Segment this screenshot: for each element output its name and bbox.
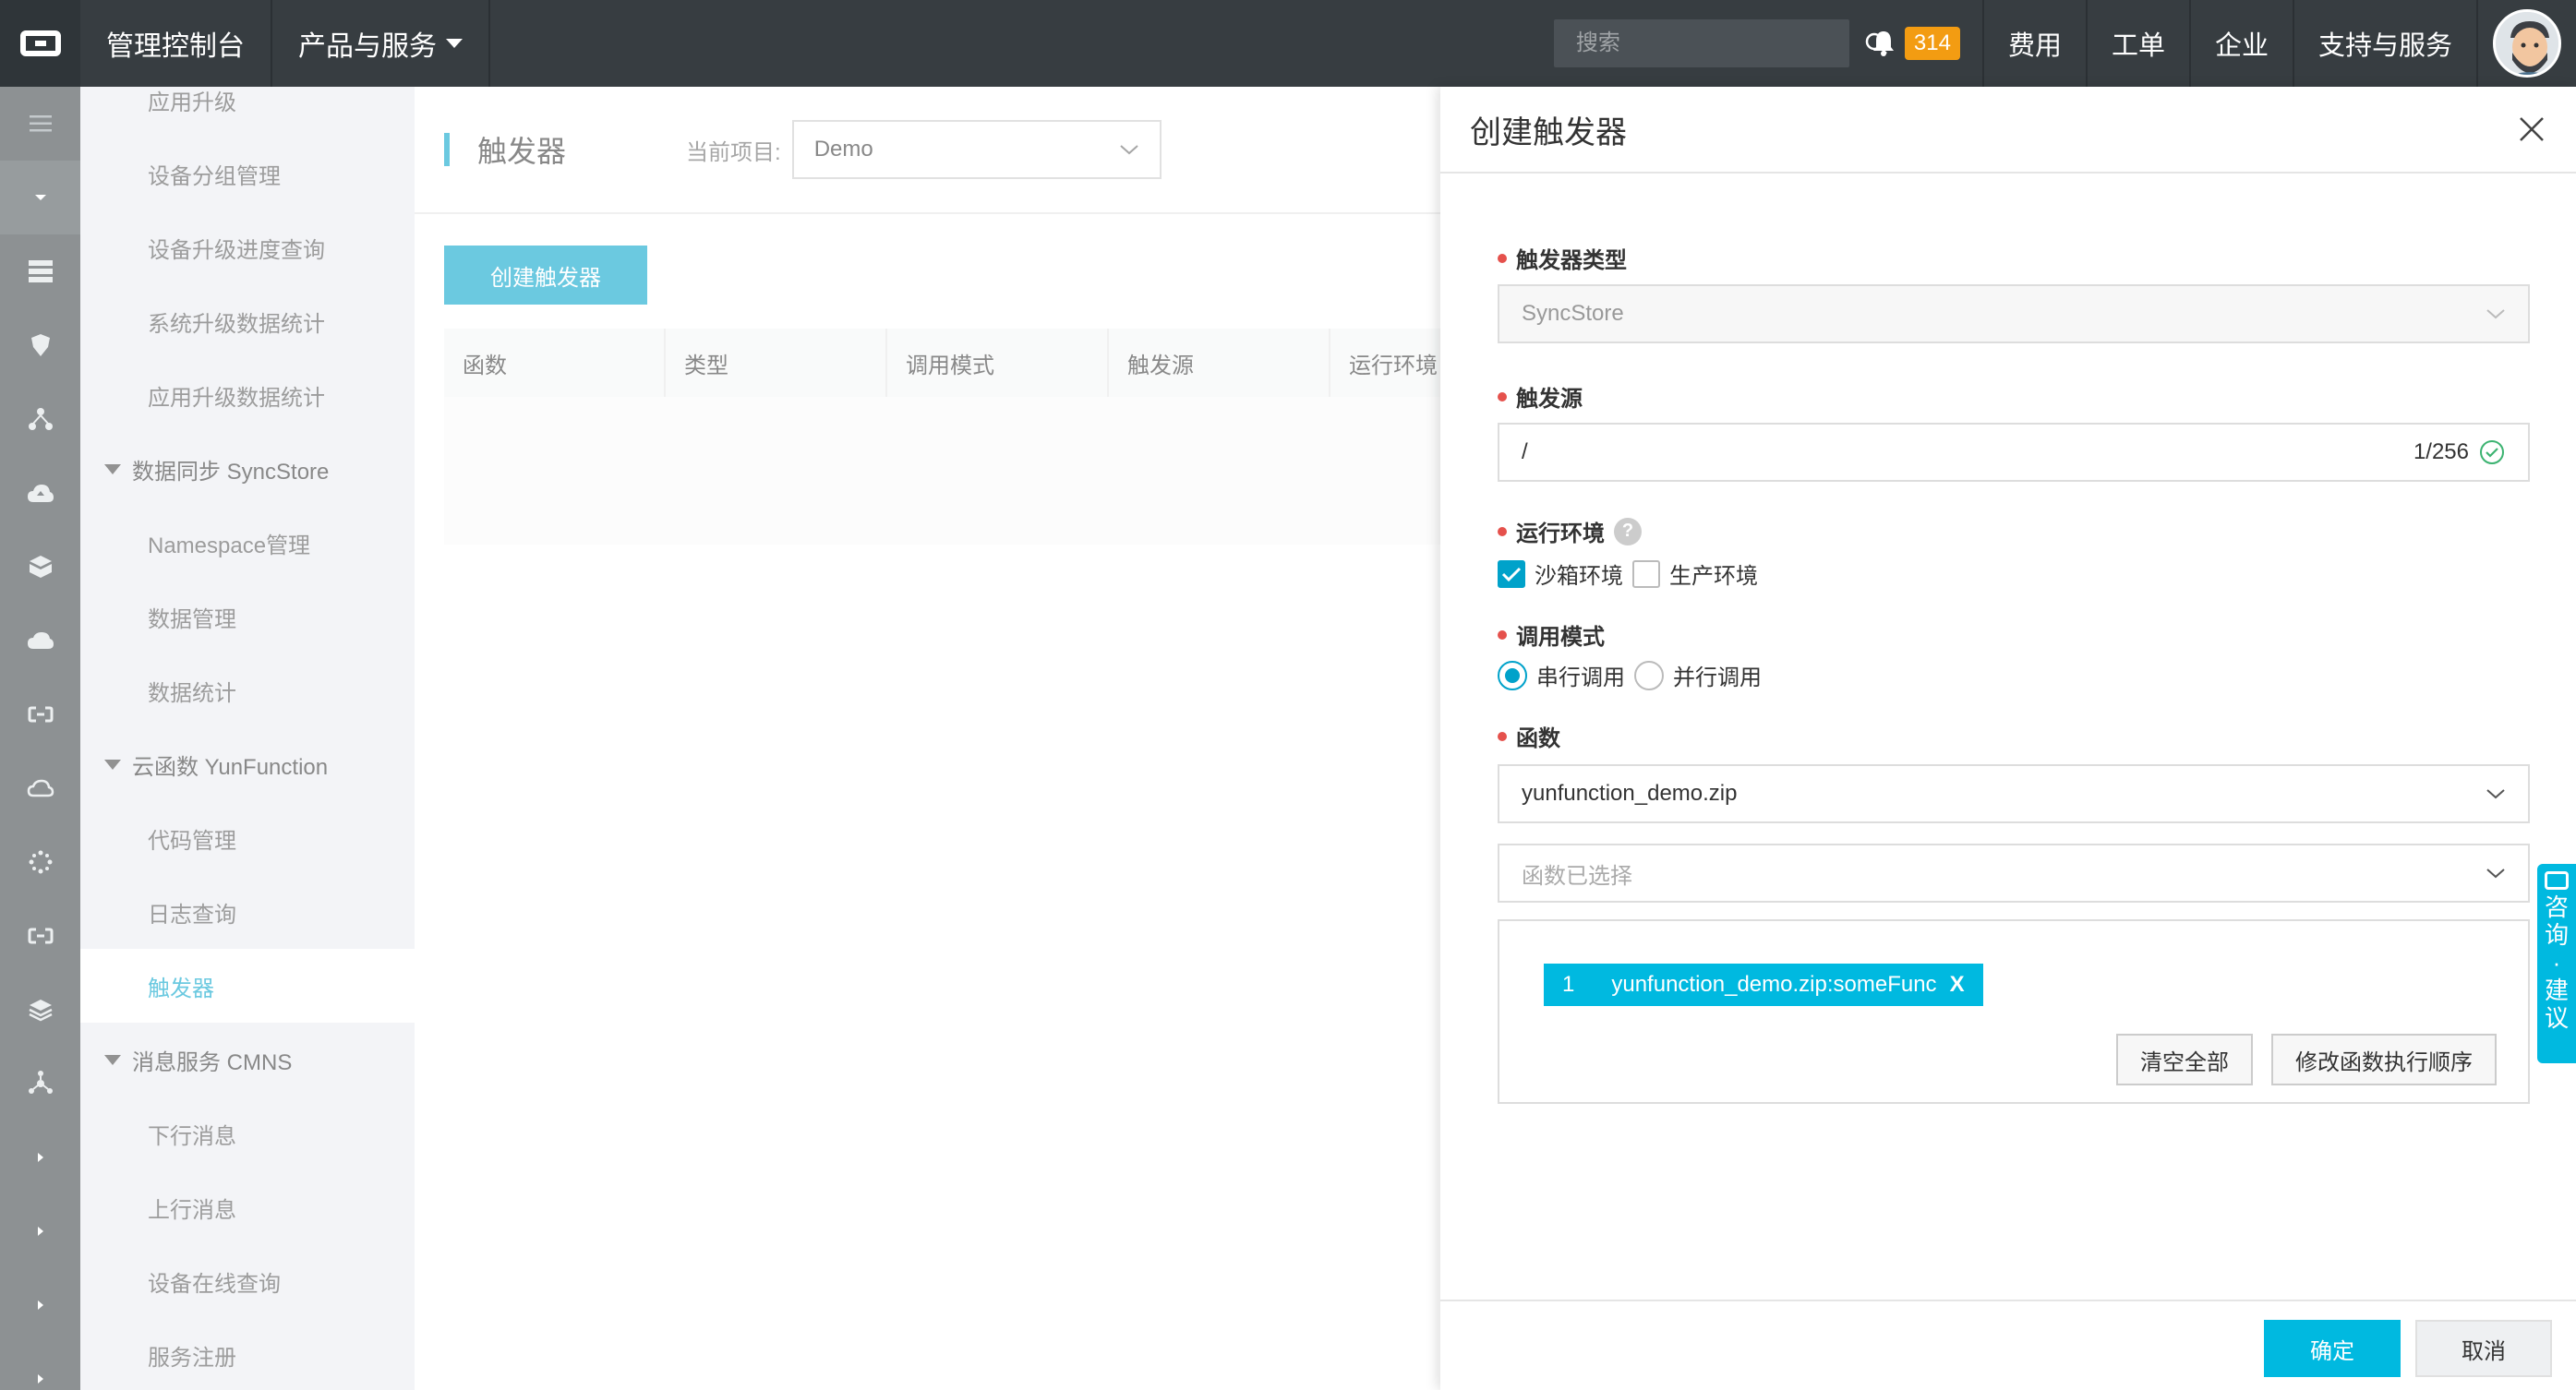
products-menu[interactable]: 产品与服务 <box>272 0 490 87</box>
selected-functions-panel: 1 yunfunction_demo.zip:someFunc X 清空全部 修… <box>1498 919 2530 1104</box>
top-link-label: 费用 <box>2007 31 2062 61</box>
close-button[interactable] <box>2510 107 2554 151</box>
production-label: 生产环境 <box>1669 564 1758 589</box>
top-link-enterprise[interactable]: 企业 <box>2191 0 2294 87</box>
consult-char: · <box>2552 949 2561 977</box>
source-label-text: 触发源 <box>1516 387 1583 412</box>
help-icon[interactable]: ? <box>1614 517 1642 545</box>
checkmark-icon <box>1501 567 1522 581</box>
avatar <box>2493 9 2561 78</box>
search-input[interactable] <box>1553 19 1862 67</box>
create-trigger-drawer: 创建触发器 触发器类型 SyncStore 触发源 / 1/256 运行环境? … <box>1440 87 2576 1390</box>
serial-radio[interactable] <box>1498 660 1527 690</box>
notification-badge: 314 <box>1904 27 1960 60</box>
drawer-footer: 确定 取消 <box>1440 1300 2576 1390</box>
top-link-tickets[interactable]: 工单 <box>2088 0 2191 87</box>
source-label: 触发源 <box>1498 380 1583 413</box>
trigger-type-label: 触发器类型 <box>1498 242 1627 274</box>
required-dot <box>1498 526 1507 536</box>
cancel-button[interactable]: 取消 <box>2415 1320 2552 1377</box>
serial-label: 串行调用 <box>1536 665 1625 690</box>
logo-icon <box>19 30 61 56</box>
function-select-value: yunfunction_demo.zip <box>1522 781 1738 806</box>
consult-feedback-tab[interactable]: 咨 询 · 建 议 <box>2537 864 2576 1063</box>
chevron-down-icon <box>2486 869 2505 879</box>
sandbox-label: 沙箱环境 <box>1535 564 1623 589</box>
mode-label: 调用模式 <box>1498 618 1605 651</box>
parallel-label: 并行调用 <box>1673 665 1762 690</box>
required-dot <box>1498 629 1507 640</box>
env-label-text: 运行环境 <box>1516 521 1605 546</box>
top-link-label: 支持与服务 <box>2317 31 2452 61</box>
chip-index: 1 <box>1562 972 1575 997</box>
parallel-radio[interactable] <box>1634 660 1664 690</box>
function-selected-select[interactable]: 函数已选择 <box>1498 844 2530 903</box>
source-value: / <box>1522 439 1528 464</box>
console-link[interactable]: 管理控制台 <box>80 0 272 87</box>
chip-label: yunfunction_demo.zip:someFunc <box>1611 972 1937 997</box>
avatar-face-icon <box>2496 12 2558 75</box>
env-label: 运行环境? <box>1498 515 1642 547</box>
clear-all-button[interactable]: 清空全部 <box>2116 1034 2253 1085</box>
check-circle-icon <box>2480 440 2504 464</box>
production-checkbox[interactable] <box>1632 559 1660 588</box>
top-link-label: 企业 <box>2214 31 2269 61</box>
function-select[interactable]: yunfunction_demo.zip <box>1498 764 2530 823</box>
drawer-header: 创建触发器 <box>1440 87 2576 174</box>
function-label: 函数 <box>1498 720 1560 752</box>
source-input[interactable]: / 1/256 <box>1498 423 2530 482</box>
search-box <box>1553 19 1887 67</box>
function-selected-placeholder: 函数已选择 <box>1522 863 1632 889</box>
function-label-text: 函数 <box>1516 726 1560 751</box>
mode-options: 串行调用 并行调用 <box>1498 659 1762 691</box>
modal-overlay[interactable] <box>0 87 1440 1390</box>
drawer-title: 创建触发器 <box>1470 114 1627 150</box>
chat-icon <box>2545 871 2569 890</box>
trigger-type-value: SyncStore <box>1522 301 1624 326</box>
chevron-down-icon <box>2486 309 2505 319</box>
caret-down-icon <box>446 39 463 48</box>
notifications-button[interactable]: 314 <box>1866 0 1984 87</box>
trigger-type-label-text: 触发器类型 <box>1516 248 1627 273</box>
source-char-count: 1/256 <box>2413 439 2469 464</box>
confirm-button[interactable]: 确定 <box>2264 1320 2401 1377</box>
top-link-label: 工单 <box>2111 31 2165 61</box>
required-dot <box>1498 253 1507 263</box>
bell-icon <box>1872 31 1894 56</box>
products-label: 产品与服务 <box>298 31 437 62</box>
logo-button[interactable] <box>0 0 80 87</box>
consult-char: 议 <box>2544 1004 2569 1032</box>
chevron-down-icon <box>2486 789 2505 799</box>
chip-remove-button[interactable]: X <box>1950 972 1965 998</box>
top-nav-bar: 管理控制台 产品与服务 314 费用 工单 企业 支持与服务 <box>0 0 2576 87</box>
close-icon <box>2520 117 2544 141</box>
required-dot <box>1498 391 1507 401</box>
reorder-functions-button[interactable]: 修改函数执行顺序 <box>2271 1034 2497 1085</box>
console-label: 管理控制台 <box>106 31 245 62</box>
consult-char: 建 <box>2544 977 2569 1004</box>
consult-char: 询 <box>2544 921 2569 949</box>
sandbox-checkbox[interactable] <box>1498 559 1525 588</box>
mode-label-text: 调用模式 <box>1516 625 1605 650</box>
top-link-support[interactable]: 支持与服务 <box>2294 0 2478 87</box>
selected-function-chip: 1 yunfunction_demo.zip:someFunc X <box>1544 964 1983 1006</box>
consult-char: 咨 <box>2544 893 2569 921</box>
env-options: 沙箱环境 生产环境 <box>1498 557 1758 590</box>
top-link-billing[interactable]: 费用 <box>1984 0 2088 87</box>
user-avatar-button[interactable] <box>2478 0 2576 87</box>
trigger-type-select[interactable]: SyncStore <box>1498 284 2530 343</box>
required-dot <box>1498 731 1507 741</box>
